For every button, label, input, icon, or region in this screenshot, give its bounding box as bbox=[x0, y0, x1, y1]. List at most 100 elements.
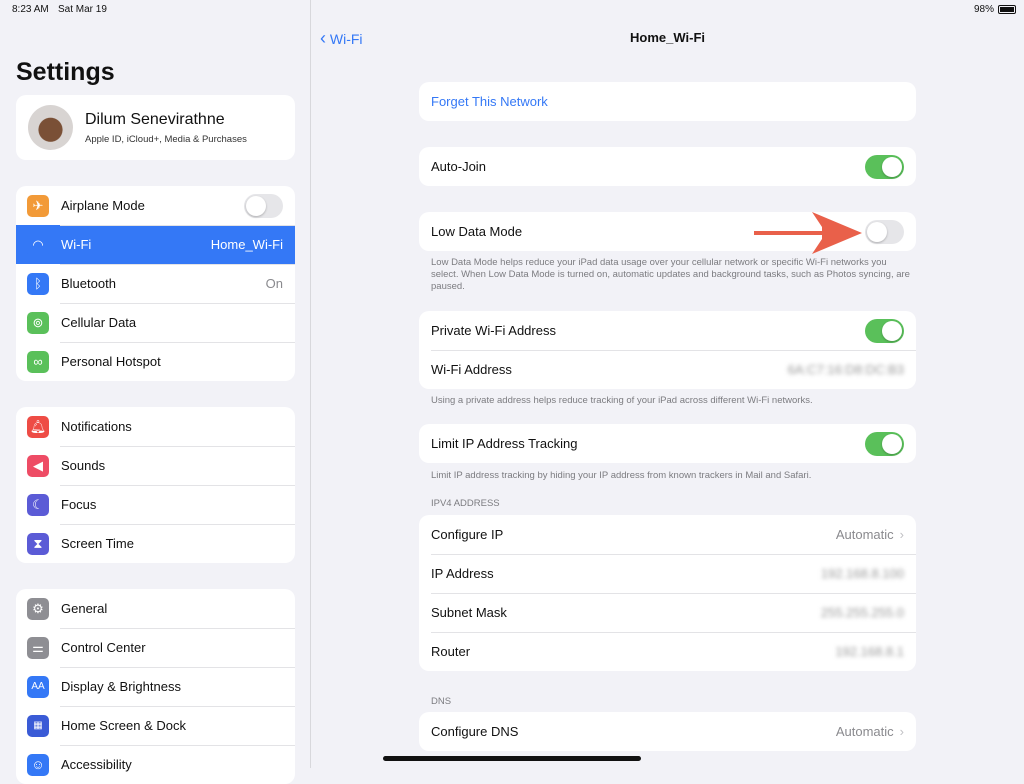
nav-title: Home_Wi-Fi bbox=[630, 30, 705, 45]
page-title: Settings bbox=[16, 58, 115, 86]
auto-join-row: Auto-Join bbox=[419, 147, 916, 186]
profile-subtitle: Apple ID, iCloud+, Media & Purchases bbox=[85, 133, 247, 145]
speaker-icon: ◀ bbox=[27, 454, 49, 477]
status-date: Sat Mar 19 bbox=[58, 4, 107, 15]
sidebar-item-label: Wi-Fi bbox=[61, 237, 92, 252]
sidebar-item-label: General bbox=[61, 601, 108, 616]
sidebar-item-label: Control Center bbox=[61, 640, 146, 655]
sidebar-item-label: Cellular Data bbox=[61, 315, 137, 330]
subnet-row: Subnet Mask 255.255.255.0 bbox=[419, 593, 916, 632]
dns-card: Configure DNS Automatic › bbox=[419, 712, 916, 751]
configure-dns-label: Configure DNS bbox=[431, 724, 519, 739]
sidebar-item-label: Focus bbox=[61, 497, 97, 512]
home-indicator[interactable] bbox=[383, 756, 641, 761]
wifi-icon: ◠ bbox=[27, 233, 49, 256]
airplane-icon: ✈ bbox=[27, 194, 49, 217]
subnet-label: Subnet Mask bbox=[431, 605, 507, 620]
sidebar-item-label: Display & Brightness bbox=[61, 679, 181, 694]
limit-ip-row: Limit IP Address Tracking bbox=[419, 424, 916, 463]
sidebar-item-wifi[interactable]: ◠ Wi-Fi Home_Wi-Fi bbox=[16, 225, 295, 264]
auto-join-card: Auto-Join bbox=[419, 147, 916, 186]
switches-icon: ⚌ bbox=[27, 636, 49, 659]
hourglass-icon: ⧗ bbox=[27, 532, 49, 555]
sidebar-item-cellular-data[interactable]: ⊚ Cellular Data bbox=[16, 303, 295, 342]
forget-label: Forget This Network bbox=[431, 94, 548, 109]
gear-icon: ⚙ bbox=[27, 597, 49, 620]
sidebar-item-display-brightness[interactable]: AA Display & Brightness bbox=[16, 667, 295, 706]
ip-address-row: IP Address 192.168.8.100 bbox=[419, 554, 916, 593]
limit-ip-toggle[interactable] bbox=[865, 431, 904, 456]
profile-card[interactable]: Dilum Senevirathne Apple ID, iCloud+, Me… bbox=[16, 95, 295, 160]
sidebar-item-accessibility[interactable]: ☺ Accessibility bbox=[16, 745, 295, 784]
sidebar-item-home-screen[interactable]: ▦ Home Screen & Dock bbox=[16, 706, 295, 745]
settings-group-notifications: 🔔︎ Notifications ◀ Sounds ☾ Focus ⧗ Screen T… bbox=[16, 407, 295, 563]
aa-icon: AA bbox=[27, 675, 49, 698]
private-address-row: Private Wi-Fi Address bbox=[419, 311, 916, 350]
configure-ip-value: Automatic bbox=[835, 527, 894, 542]
airplane-toggle[interactable] bbox=[244, 193, 283, 218]
sidebar-item-focus[interactable]: ☾ Focus bbox=[16, 485, 295, 524]
limit-ip-footer: Limit IP address tracking by hiding your… bbox=[431, 470, 812, 481]
sidebar-item-label: Home Screen & Dock bbox=[61, 718, 186, 733]
sidebar-item-general[interactable]: ⚙ General bbox=[16, 589, 295, 628]
router-value: 192.168.8.1 bbox=[835, 644, 904, 659]
settings-group-general: ⚙ General ⚌ Control Center AA Display & Bri… bbox=[16, 589, 295, 784]
sidebar: Settings Dilum Senevirathne Apple ID, iC… bbox=[0, 0, 311, 784]
sidebar-item-sounds[interactable]: ◀ Sounds bbox=[16, 446, 295, 485]
limit-ip-label: Limit IP Address Tracking bbox=[431, 436, 578, 451]
private-address-label: Private Wi-Fi Address bbox=[431, 323, 556, 338]
configure-dns-value: Automatic bbox=[835, 724, 894, 739]
sidebar-item-label: Accessibility bbox=[61, 757, 132, 772]
ipv4-header: IPV4 ADDRESS bbox=[431, 498, 500, 509]
subnet-value: 255.255.255.0 bbox=[820, 605, 904, 620]
configure-ip-row[interactable]: Configure IP Automatic › bbox=[419, 515, 916, 554]
forget-network-button[interactable]: Forget This Network bbox=[419, 82, 916, 121]
limit-ip-card: Limit IP Address Tracking bbox=[419, 424, 916, 463]
router-label: Router bbox=[431, 644, 471, 659]
low-data-footer: Low Data Mode helps reduce your iPad dat… bbox=[431, 257, 910, 292]
sidebar-item-label: Personal Hotspot bbox=[61, 354, 161, 369]
router-row: Router 192.168.8.1 bbox=[419, 632, 916, 671]
sidebar-item-personal-hotspot[interactable]: ∞ Personal Hotspot bbox=[16, 342, 295, 381]
sidebar-item-airplane-mode[interactable]: ✈ Airplane Mode bbox=[16, 186, 295, 225]
wifi-address-label: Wi-Fi Address bbox=[431, 362, 512, 377]
configure-dns-row[interactable]: Configure DNS Automatic › bbox=[419, 712, 916, 751]
private-address-footer: Using a private address helps reduce tra… bbox=[431, 395, 813, 406]
moon-icon: ☾ bbox=[27, 493, 49, 516]
auto-join-label: Auto-Join bbox=[431, 159, 486, 174]
sidebar-item-notifications[interactable]: 🔔︎ Notifications bbox=[16, 407, 295, 446]
sidebar-item-value: Home_Wi-Fi bbox=[210, 237, 283, 252]
sidebar-item-label: Sounds bbox=[61, 458, 106, 473]
dns-header: DNS bbox=[431, 696, 452, 707]
sidebar-item-screen-time[interactable]: ⧗ Screen Time bbox=[16, 524, 295, 563]
sidebar-item-value: On bbox=[265, 276, 283, 291]
profile-name: Dilum Senevirathne bbox=[85, 110, 225, 128]
status-battery: 98% bbox=[973, 4, 994, 15]
private-address-toggle[interactable] bbox=[865, 318, 904, 343]
status-time: 8:23 AM bbox=[12, 4, 49, 15]
sidebar-item-label: Screen Time bbox=[61, 536, 134, 551]
ipv4-card: Configure IP Automatic › IP Address 192.168… bbox=[419, 515, 916, 671]
wifi-address-row: Wi-Fi Address 6A:C7:16:D8:DC:B3 bbox=[419, 350, 916, 389]
sidebar-item-control-center[interactable]: ⚌ Control Center bbox=[16, 628, 295, 667]
accessibility-icon: ☺ bbox=[27, 753, 49, 776]
sidebar-item-label: Notifications bbox=[61, 419, 132, 434]
sidebar-item-label: Bluetooth bbox=[61, 276, 116, 291]
sidebar-item-bluetooth[interactable]: ᛒ Bluetooth On bbox=[16, 264, 295, 303]
sidebar-item-label: Airplane Mode bbox=[61, 198, 145, 213]
chevron-right-icon: › bbox=[899, 527, 904, 542]
antenna-icon: ⊚ bbox=[27, 311, 49, 334]
forget-card: Forget This Network bbox=[419, 82, 916, 121]
bell-icon: 🔔︎ bbox=[27, 415, 49, 438]
low-data-toggle[interactable] bbox=[865, 219, 904, 244]
bluetooth-icon: ᛒ bbox=[27, 272, 49, 295]
ip-address-value: 192.168.8.100 bbox=[820, 566, 904, 581]
hotspot-icon: ∞ bbox=[27, 350, 49, 373]
private-address-card: Private Wi-Fi Address Wi-Fi Address 6A:C7… bbox=[419, 311, 916, 389]
chevron-right-icon: › bbox=[899, 724, 904, 739]
red-arrow-annotation bbox=[754, 212, 862, 254]
auto-join-toggle[interactable] bbox=[865, 154, 904, 179]
settings-group-connectivity: ✈ Airplane Mode ◠ Wi-Fi Home_Wi-Fi ᛒ Bluetoo… bbox=[16, 186, 295, 381]
avatar bbox=[28, 105, 73, 150]
ip-address-label: IP Address bbox=[431, 566, 494, 581]
